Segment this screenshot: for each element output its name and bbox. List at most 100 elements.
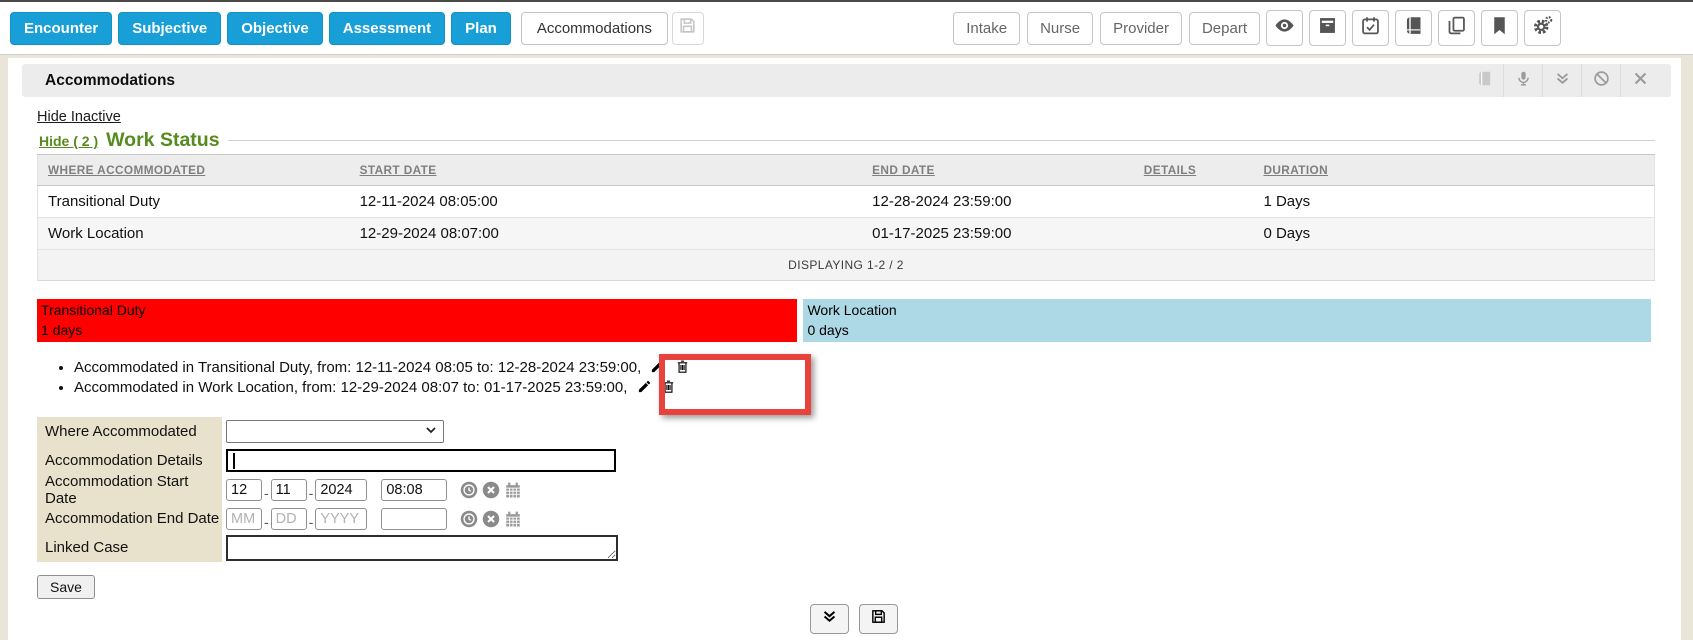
end-month-input[interactable] xyxy=(226,508,262,530)
tab-accommodations[interactable]: Accommodations xyxy=(521,12,668,45)
col-header-duration[interactable]: DURATION xyxy=(1253,155,1654,186)
segment-duration: 1 days xyxy=(41,320,793,340)
hide-count-link[interactable]: Hide ( 2 ) xyxy=(39,133,98,149)
start-year-input[interactable] xyxy=(315,479,367,501)
chevron-double-down-icon xyxy=(821,608,838,630)
panel-title: Accommodations xyxy=(45,72,175,90)
expand-all-button[interactable] xyxy=(810,604,849,634)
panel-dictate-button[interactable] xyxy=(1503,64,1542,97)
edit-pencil-icon[interactable] xyxy=(637,379,652,394)
where-accommodated-select[interactable] xyxy=(226,420,444,443)
clock-icon[interactable] xyxy=(460,481,478,499)
encounter-button[interactable]: Encounter xyxy=(10,12,112,45)
accommodations-panel: Accommodations xyxy=(8,58,1681,640)
calendar-check-icon xyxy=(1360,15,1381,41)
panel-header-actions xyxy=(1465,64,1671,97)
cell-where: Work Location xyxy=(38,218,350,250)
cell-start: 12-11-2024 08:05:00 xyxy=(350,186,863,218)
clear-date-icon[interactable] xyxy=(482,481,500,499)
col-header-details[interactable]: DETAILS xyxy=(1134,155,1254,186)
end-year-input[interactable] xyxy=(315,508,367,530)
bottom-actions xyxy=(810,604,898,634)
screen: Encounter Subjective Objective Assessmen… xyxy=(0,0,1693,640)
end-day-input[interactable] xyxy=(271,508,307,530)
work-status-title: Work Status xyxy=(106,129,219,152)
book-icon xyxy=(1476,70,1493,92)
col-header-start-date[interactable]: START DATE xyxy=(350,155,863,186)
accommodation-text: Accommodated in Transitional Duty, from:… xyxy=(74,359,641,376)
microphone-icon xyxy=(1515,70,1532,92)
subjective-button[interactable]: Subjective xyxy=(118,12,221,45)
where-accommodated-label: Where Accommodated xyxy=(37,417,222,446)
accommodation-end-date-label: Accommodation End Date xyxy=(37,504,222,533)
cell-details xyxy=(1134,218,1254,250)
calendar-icon[interactable] xyxy=(504,510,522,528)
bookmark-button[interactable] xyxy=(1481,10,1518,46)
panel-book-button[interactable] xyxy=(1465,64,1503,97)
objective-button[interactable]: Objective xyxy=(227,12,323,45)
copy-pages-icon xyxy=(1446,15,1467,41)
col-header-end-date[interactable]: END DATE xyxy=(862,155,1134,186)
assessment-button[interactable]: Assessment xyxy=(329,12,445,45)
start-time-input[interactable] xyxy=(381,479,447,501)
work-status-table: WHERE ACCOMMODATED START DATE END DATE D… xyxy=(37,154,1655,281)
save-button[interactable]: Save xyxy=(37,575,95,599)
start-month-input[interactable] xyxy=(226,479,262,501)
cell-where: Transitional Duty xyxy=(38,186,350,218)
cell-end: 01-17-2025 23:59:00 xyxy=(862,218,1134,250)
table-header-row: WHERE ACCOMMODATED START DATE END DATE D… xyxy=(38,155,1655,186)
plan-button[interactable]: Plan xyxy=(451,12,511,45)
date-separator: - xyxy=(264,514,269,530)
panel-header: Accommodations xyxy=(22,64,1671,97)
accommodation-details-input[interactable] xyxy=(226,449,616,472)
provider-button[interactable]: Provider xyxy=(1100,12,1182,45)
accommodation-details-label: Accommodation Details xyxy=(37,446,222,475)
cell-start: 12-29-2024 08:07:00 xyxy=(350,218,863,250)
panel-collapse-button[interactable] xyxy=(1542,64,1581,97)
table-row: Work Location 12-29-2024 08:07:00 01-17-… xyxy=(38,218,1655,250)
date-separator: - xyxy=(309,514,314,530)
col-header-where-accommodated[interactable]: WHERE ACCOMMODATED xyxy=(38,155,350,186)
depart-button[interactable]: Depart xyxy=(1189,12,1260,45)
cell-duration: 0 Days xyxy=(1253,218,1654,250)
text-caret xyxy=(233,453,235,469)
clear-date-icon[interactable] xyxy=(482,510,500,528)
accommodation-form: Where Accommodated Accommodation Details xyxy=(37,417,1655,562)
book-button[interactable] xyxy=(1395,10,1432,46)
panel-content: Hide Inactive Hide ( 2 ) Work Status WHE… xyxy=(37,108,1655,599)
paging-status: DISPLAYING 1-2 / 2 xyxy=(38,250,1655,281)
work-status-section: Hide ( 2 ) Work Status WHERE ACCOMMODATE… xyxy=(37,129,1655,281)
cell-end: 12-28-2024 23:59:00 xyxy=(862,186,1134,218)
hide-inactive-link[interactable]: Hide Inactive xyxy=(37,109,121,125)
gears-icon xyxy=(1532,15,1553,41)
start-day-input[interactable] xyxy=(271,479,307,501)
settings-button[interactable] xyxy=(1524,10,1561,46)
calendar-check-button[interactable] xyxy=(1352,10,1389,46)
book-icon xyxy=(1403,15,1424,41)
close-icon xyxy=(1632,70,1649,92)
work-status-timeline: Transitional Duty 1 days Work Location 0… xyxy=(37,299,1655,342)
nurse-button[interactable]: Nurse xyxy=(1027,12,1093,45)
copy-button[interactable] xyxy=(1438,10,1475,46)
linked-case-label: Linked Case xyxy=(37,533,222,562)
save-all-button[interactable] xyxy=(859,604,898,634)
chevron-down-icon xyxy=(425,423,437,441)
panel-cancel-button[interactable] xyxy=(1581,64,1620,97)
calendar-icon[interactable] xyxy=(504,481,522,499)
floppy-disk-icon xyxy=(870,608,887,630)
clock-icon[interactable] xyxy=(460,510,478,528)
timeline-segment-transitional-duty: Transitional Duty 1 days xyxy=(37,299,797,342)
chevron-double-down-icon xyxy=(1554,70,1571,92)
intake-button[interactable]: Intake xyxy=(953,12,1020,45)
tab-save-button[interactable] xyxy=(672,12,704,45)
segment-label: Transitional Duty xyxy=(41,300,793,320)
archive-button[interactable] xyxy=(1309,10,1346,46)
toolbar-right-group: Intake Nurse Provider Depart xyxy=(946,10,1561,46)
table-row: Transitional Duty 12-11-2024 08:05:00 12… xyxy=(38,186,1655,218)
end-time-input[interactable] xyxy=(381,508,447,530)
linked-case-input[interactable] xyxy=(226,535,618,561)
date-separator: - xyxy=(264,485,269,501)
panel-close-button[interactable] xyxy=(1620,64,1659,97)
list-item: Accommodated in Transitional Duty, from:… xyxy=(74,358,1655,378)
eye-button[interactable] xyxy=(1266,10,1303,46)
